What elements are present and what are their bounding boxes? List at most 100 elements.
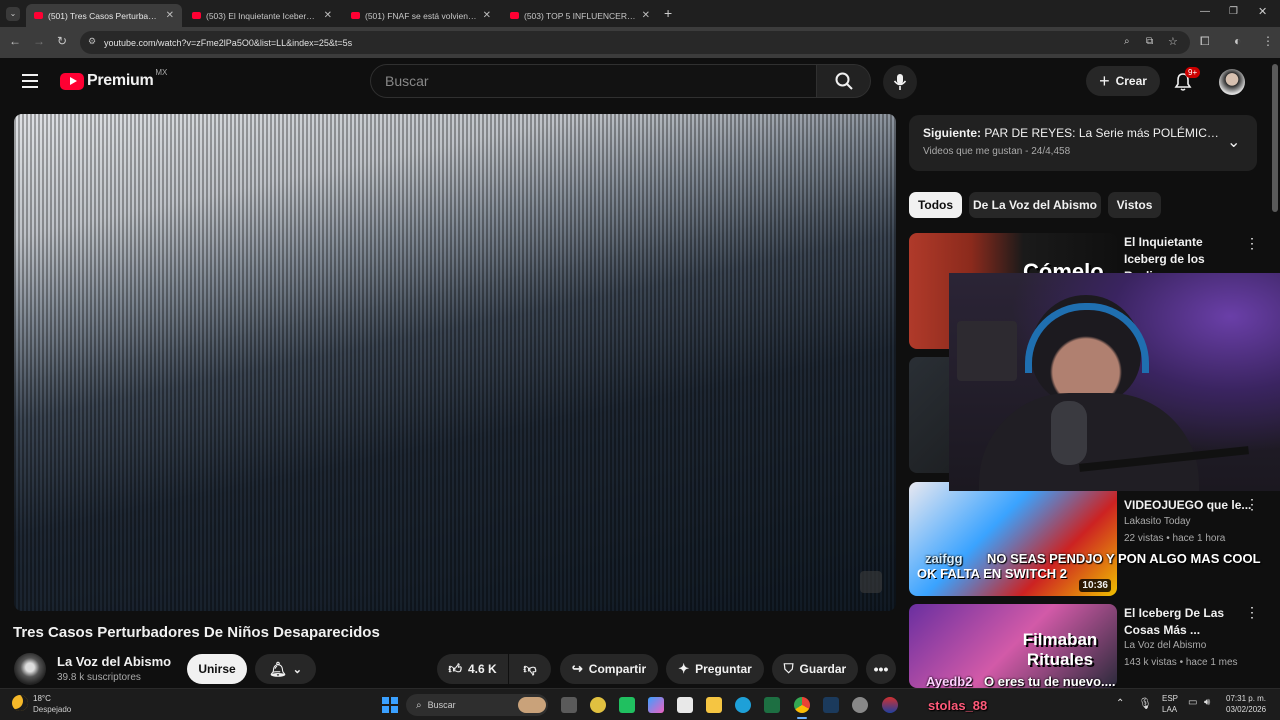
weather-moon-icon[interactable] bbox=[12, 695, 28, 711]
search-button[interactable] bbox=[817, 64, 871, 98]
excel-icon[interactable] bbox=[764, 697, 780, 713]
app-green-icon[interactable] bbox=[619, 697, 635, 713]
browser-menu-icon[interactable]: ⋮ bbox=[1262, 34, 1274, 48]
app-circle-icon[interactable] bbox=[590, 697, 606, 713]
more-actions-button[interactable]: ••• bbox=[866, 654, 896, 684]
file-explorer-icon[interactable] bbox=[706, 697, 722, 713]
microphone-icon bbox=[1051, 401, 1087, 465]
thumbs-down-icon: 👎︎ bbox=[523, 661, 537, 676]
address-bar[interactable]: ⚙ youtube.com/watch?v=zFme2lPa5O0&list=L… bbox=[80, 31, 1190, 54]
close-tab-icon[interactable]: ✕ bbox=[642, 10, 650, 21]
save-button[interactable]: ⛉ Guardar bbox=[772, 654, 858, 684]
like-button[interactable]: 👍︎ 4.6 K bbox=[437, 654, 508, 684]
profile-icon[interactable]: ◐ bbox=[1234, 34, 1241, 48]
chat-username: zaifgg bbox=[925, 551, 963, 566]
more-horizontal-icon: ••• bbox=[873, 661, 889, 677]
active-app-indicator bbox=[797, 717, 807, 719]
channel-name[interactable]: La Voz del Abismo bbox=[57, 654, 171, 669]
extensions-icon[interactable]: ⧠ bbox=[1200, 34, 1210, 49]
tray-mic-icon[interactable]: 🎙︎ bbox=[1138, 697, 1152, 710]
close-window-icon[interactable]: ✕ bbox=[1258, 5, 1267, 18]
tray-chevron-up-icon[interactable]: ⌃ bbox=[1116, 698, 1124, 709]
up-next-card[interactable]: Siguiente: PAR DE REYES: La Serie más PO… bbox=[909, 115, 1257, 171]
chat-message: O eres tu de nuevo.... bbox=[984, 674, 1116, 689]
restore-window-icon[interactable]: ❐ bbox=[1229, 6, 1238, 17]
tab-search-chevron-icon[interactable]: ⌄ bbox=[6, 7, 20, 21]
start-button[interactable] bbox=[382, 697, 398, 713]
create-label: Crear bbox=[1115, 74, 1147, 88]
share-button[interactable]: ↪ Compartir bbox=[560, 654, 658, 684]
video-frame bbox=[14, 114, 896, 611]
playlist-info: Videos que me gustan - 24/4,458 bbox=[923, 146, 1071, 157]
bookmark-star-icon[interactable]: ☆ bbox=[1168, 35, 1178, 48]
streamer-hoodie bbox=[979, 393, 1199, 491]
chip-watched[interactable]: Vistos bbox=[1108, 192, 1161, 218]
subscription-bell-button[interactable]: 🔔︎ ⌄ bbox=[255, 654, 316, 684]
app-gear-icon[interactable] bbox=[852, 697, 868, 713]
copilot-icon[interactable] bbox=[648, 697, 664, 713]
clock-time[interactable]: 07:31 p. m. bbox=[1226, 694, 1266, 703]
search-icon bbox=[835, 72, 853, 90]
clock-date[interactable]: 03/02/2026 bbox=[1226, 705, 1266, 714]
app-colored-icon[interactable] bbox=[882, 697, 898, 713]
dislike-button[interactable]: 👎︎ bbox=[509, 654, 551, 684]
browser-tab-4[interactable]: (503) TOP 5 INFLUENCERS QUE✕ bbox=[502, 4, 658, 27]
create-button[interactable]: + Crear bbox=[1086, 66, 1160, 96]
browser-tab-1[interactable]: (501) Tres Casos Perturbadores ✕ bbox=[26, 4, 182, 27]
site-info-icon[interactable]: ⚙ bbox=[88, 36, 96, 47]
chip-all[interactable]: Todos bbox=[909, 192, 962, 218]
install-app-icon[interactable]: ⧉ bbox=[1146, 36, 1153, 47]
video-player[interactable] bbox=[14, 114, 896, 611]
channel-avatar[interactable] bbox=[14, 653, 46, 685]
rec-channel-3[interactable]: La Voz del Abismo bbox=[1124, 638, 1206, 654]
search-input[interactable]: Buscar bbox=[370, 64, 817, 98]
notifications-button[interactable]: 9+ bbox=[1174, 67, 1201, 92]
chip-channel[interactable]: De La Voz del Abismo bbox=[969, 192, 1101, 218]
zoom-icon[interactable]: ⌕ bbox=[1124, 36, 1130, 47]
hamburger-menu-icon[interactable] bbox=[22, 74, 38, 88]
rec-title-3[interactable]: El Iceberg De Las Cosas Más ... bbox=[1124, 605, 1244, 639]
rec-thumbnail-2[interactable]: OK FALTA EN SWITCH 2 10:36 bbox=[909, 482, 1117, 596]
more-vertical-icon[interactable]: ⋮ bbox=[1245, 496, 1259, 513]
minimize-window-icon[interactable]: — bbox=[1200, 6, 1210, 17]
network-icon[interactable]: ▭ bbox=[1188, 697, 1197, 708]
voice-search-button[interactable] bbox=[883, 65, 917, 99]
chat-username: stolas_88 bbox=[928, 698, 988, 713]
chat-username: Ayedb2 bbox=[926, 674, 973, 689]
language-code[interactable]: ESP bbox=[1162, 694, 1178, 703]
windows-taskbar: 18°C Despejado ⌕ Buscar stolas_88 ⌃ 🎙︎ E… bbox=[0, 688, 1280, 720]
youtube-favicon-icon bbox=[351, 12, 360, 19]
youtube-favicon-icon bbox=[34, 12, 43, 19]
page-scrollbar[interactable] bbox=[1272, 64, 1278, 212]
keyboard-layout[interactable]: LAA bbox=[1162, 705, 1177, 714]
close-tab-icon[interactable]: ✕ bbox=[483, 10, 491, 21]
forward-arrow-icon[interactable]: → bbox=[33, 34, 45, 48]
close-tab-icon[interactable]: ✕ bbox=[166, 10, 174, 21]
account-avatar[interactable] bbox=[1219, 69, 1245, 95]
browser-tabstrip: ⌄ (501) Tres Casos Perturbadores ✕ (503) … bbox=[0, 0, 1280, 27]
new-tab-button[interactable]: + bbox=[664, 5, 672, 21]
rec-title-2[interactable]: VIDEOJUEGO que le... bbox=[1124, 497, 1251, 514]
expand-chevron-icon[interactable]: ⌄ bbox=[1227, 132, 1240, 152]
join-button[interactable]: Unirse bbox=[187, 654, 247, 684]
store-icon[interactable] bbox=[677, 697, 693, 713]
more-vertical-icon[interactable]: ⋮ bbox=[1245, 235, 1259, 252]
chrome-icon[interactable] bbox=[794, 697, 810, 713]
reload-icon[interactable]: ↻ bbox=[57, 34, 67, 48]
volume-icon[interactable]: 🔊︎ bbox=[1204, 697, 1210, 708]
steam-icon[interactable] bbox=[823, 697, 839, 713]
task-view-icon[interactable] bbox=[561, 697, 577, 713]
close-tab-icon[interactable]: ✕ bbox=[324, 10, 332, 21]
share-arrow-icon: ↪ bbox=[571, 661, 583, 676]
chat-message: NO SEAS PENDJO Y PON ALGO MAS COOL bbox=[987, 551, 1261, 566]
youtube-header: Premium MX Buscar + Crear 9+ bbox=[0, 58, 1280, 106]
taskbar-search[interactable]: ⌕ Buscar bbox=[406, 694, 548, 716]
browser-tab-3[interactable]: (501) FNAF se está volviendo R ✕ bbox=[343, 4, 499, 27]
back-arrow-icon[interactable]: ← bbox=[9, 34, 21, 48]
rec-channel-2[interactable]: Lakasito Today bbox=[1124, 514, 1191, 530]
ask-button[interactable]: ✦ Preguntar bbox=[666, 654, 764, 684]
browser-tab-2[interactable]: (503) El Inquietante Iceberg de ✕ bbox=[184, 4, 340, 27]
more-vertical-icon[interactable]: ⋮ bbox=[1245, 604, 1259, 621]
youtube-logo[interactable]: Premium MX bbox=[60, 68, 167, 90]
edge-icon[interactable] bbox=[735, 697, 751, 713]
